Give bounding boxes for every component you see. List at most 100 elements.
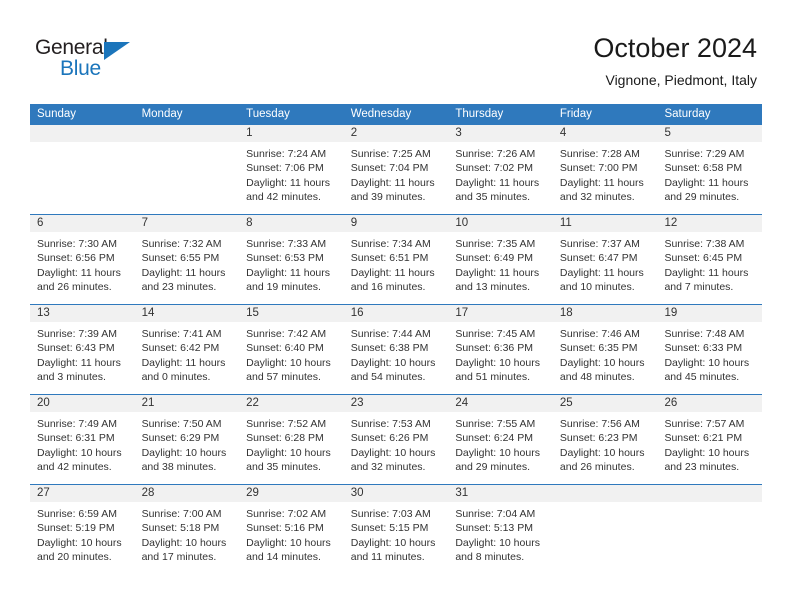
- sunrise-text: Sunrise: 7:32 AM: [141, 238, 222, 250]
- day-cell[interactable]: Sunrise: 7:44 AM Sunset: 6:38 PM Daylight:…: [344, 322, 449, 394]
- daylight-text: Daylight: 11 hours: [559, 266, 644, 279]
- day-cell[interactable]: Sunrise: 7:30 AM Sunset: 6:56 PM Daylight:…: [30, 232, 135, 304]
- day-cell[interactable]: Sunrise: 7:38 AM Sunset: 6:45 PM Daylight:…: [657, 232, 762, 304]
- sunrise-text: Sunrise: 7:02 AM: [246, 508, 327, 520]
- day-cell[interactable]: Sunrise: 7:04 AM Sunset: 5:13 PM Daylight:…: [448, 502, 553, 574]
- daylight-text: Daylight: 10 hours: [455, 446, 540, 459]
- sunset-text: Sunset: 6:55 PM: [141, 252, 220, 265]
- sunrise-text: Sunrise: 7:48 AM: [664, 328, 745, 340]
- sunset-text: Sunset: 6:47 PM: [559, 252, 638, 265]
- day-number[interactable]: 14: [135, 305, 240, 322]
- day-cell[interactable]: Sunrise: 7:57 AM Sunset: 6:21 PM Daylight:…: [657, 412, 762, 484]
- day-number[interactable]: 5: [657, 125, 762, 142]
- daylight-text: Daylight: 11 hours: [664, 266, 749, 279]
- day-cell[interactable]: Sunrise: 7:03 AM Sunset: 5:15 PM Daylight:…: [344, 502, 449, 574]
- day-cell[interactable]: Sunrise: 7:42 AM Sunset: 6:40 PM Daylight:…: [239, 322, 344, 394]
- day-number[interactable]: 23: [344, 395, 449, 412]
- week-date-band: 6 7 8 9 10 11 12: [30, 214, 762, 232]
- day-number[interactable]: 31: [448, 485, 553, 502]
- day-cell[interactable]: Sunrise: 7:24 AM Sunset: 7:06 PM Daylight:…: [239, 142, 344, 214]
- day-number[interactable]: 22: [239, 395, 344, 412]
- day-number[interactable]: 25: [553, 395, 658, 412]
- day-number[interactable]: [30, 125, 135, 142]
- day-of-week-header: Friday: [559, 108, 592, 120]
- day-cell[interactable]: Sunrise: 6:59 AM Sunset: 5:19 PM Daylight:…: [30, 502, 135, 574]
- day-cell[interactable]: Sunrise: 7:26 AM Sunset: 7:02 PM Daylight:…: [448, 142, 553, 214]
- day-cell[interactable]: Sunrise: 7:34 AM Sunset: 6:51 PM Daylight:…: [344, 232, 449, 304]
- daylight-text: and 20 minutes.: [37, 550, 112, 563]
- day-cell[interactable]: Sunrise: 7:41 AM Sunset: 6:42 PM Daylight:…: [135, 322, 240, 394]
- day-number[interactable]: 3: [448, 125, 553, 142]
- day-number[interactable]: 27: [30, 485, 135, 502]
- day-cell[interactable]: Sunrise: 7:50 AM Sunset: 6:29 PM Daylight:…: [135, 412, 240, 484]
- day-number[interactable]: [135, 125, 240, 142]
- sunrise-text: Sunrise: 7:38 AM: [664, 238, 745, 250]
- day-number[interactable]: 4: [553, 125, 658, 142]
- day-cell[interactable]: Sunrise: 7:37 AM Sunset: 6:47 PM Daylight:…: [553, 232, 658, 304]
- day-number[interactable]: 13: [30, 305, 135, 322]
- day-cell[interactable]: Sunrise: 7:32 AM Sunset: 6:55 PM Daylight:…: [135, 232, 240, 304]
- daylight-text: and 16 minutes.: [350, 280, 426, 293]
- day-number[interactable]: 10: [448, 215, 553, 232]
- day-cell[interactable]: Sunrise: 7:35 AM Sunset: 6:49 PM Daylight:…: [448, 232, 553, 304]
- sunrise-text: Sunrise: 7:56 AM: [559, 418, 640, 430]
- daylight-text: Daylight: 10 hours: [559, 356, 645, 369]
- day-number[interactable]: 18: [553, 305, 658, 322]
- day-number[interactable]: 15: [239, 305, 344, 322]
- day-number[interactable]: 17: [448, 305, 553, 322]
- day-cell[interactable]: Sunrise: 7:52 AM Sunset: 6:28 PM Daylight:…: [239, 412, 344, 484]
- day-cell[interactable]: Sunrise: 7:45 AM Sunset: 6:36 PM Daylight:…: [448, 322, 553, 394]
- day-cell[interactable]: Sunrise: 7:55 AM Sunset: 6:24 PM Daylight:…: [448, 412, 553, 484]
- day-number[interactable]: 6: [30, 215, 135, 232]
- sunset-text: Sunset: 6:36 PM: [455, 342, 533, 355]
- day-cell[interactable]: Sunrise: 7:29 AM Sunset: 6:58 PM Daylight:…: [657, 142, 762, 214]
- day-number[interactable]: 16: [344, 305, 449, 322]
- day-number[interactable]: 12: [657, 215, 762, 232]
- daylight-text: Daylight: 10 hours: [246, 446, 331, 459]
- sunrise-text: Sunrise: 7:46 AM: [559, 328, 640, 340]
- day-cell[interactable]: Sunrise: 7:25 AM Sunset: 7:04 PM Daylight:…: [344, 142, 449, 214]
- day-number[interactable]: [553, 485, 658, 502]
- sunrise-text: Sunrise: 7:39 AM: [37, 328, 117, 340]
- day-cell[interactable]: Sunrise: 7:39 AM Sunset: 6:43 PM Daylight:…: [30, 322, 135, 394]
- logo-triangle-icon: [104, 42, 130, 60]
- day-number[interactable]: 28: [135, 485, 240, 502]
- day-number[interactable]: 30: [344, 485, 449, 502]
- day-number[interactable]: 1: [239, 125, 344, 142]
- sunrise-text: Sunrise: 7:44 AM: [350, 328, 431, 340]
- day-number[interactable]: 24: [448, 395, 553, 412]
- sunrise-text: Sunrise: 7:37 AM: [559, 238, 640, 250]
- day-cell[interactable]: Sunrise: 7:56 AM Sunset: 6:23 PM Daylight:…: [553, 412, 658, 484]
- day-of-week-header: Thursday: [455, 108, 504, 120]
- day-number[interactable]: [657, 485, 762, 502]
- day-cell[interactable]: Sunrise: 7:33 AM Sunset: 6:53 PM Daylight:…: [239, 232, 344, 304]
- daylight-text: and 14 minutes.: [246, 550, 321, 563]
- day-number[interactable]: 29: [239, 485, 344, 502]
- day-number[interactable]: 9: [344, 215, 449, 232]
- sunrise-text: Sunrise: 7:49 AM: [37, 418, 117, 430]
- day-number[interactable]: 2: [344, 125, 449, 142]
- day-number[interactable]: 19: [657, 305, 762, 322]
- day-cell[interactable]: Sunrise: 7:00 AM Sunset: 5:18 PM Daylight:…: [135, 502, 240, 574]
- day-number[interactable]: 26: [657, 395, 762, 412]
- daylight-text: Daylight: 10 hours: [141, 536, 227, 549]
- day-number[interactable]: 21: [135, 395, 240, 412]
- day-number[interactable]: 20: [30, 395, 135, 412]
- day-cell[interactable]: Sunrise: 7:49 AM Sunset: 6:31 PM Daylight:…: [30, 412, 135, 484]
- daylight-text: and 54 minutes.: [350, 370, 426, 383]
- day-cell[interactable]: Sunrise: 7:28 AM Sunset: 7:00 PM Daylight:…: [553, 142, 658, 214]
- calendar-weeks: 1 2 3 4 5 Sunrise: 7:24 AM Sunset: 7:06 PM Dayl…: [30, 125, 762, 574]
- day-cell[interactable]: Sunrise: 7:46 AM Sunset: 6:35 PM Daylight:…: [553, 322, 658, 394]
- daylight-text: and 19 minutes.: [246, 280, 321, 293]
- day-cell[interactable]: Sunrise: 7:53 AM Sunset: 6:26 PM Daylight:…: [344, 412, 449, 484]
- day-number[interactable]: 8: [239, 215, 344, 232]
- day-number[interactable]: 11: [553, 215, 658, 232]
- week-date-band: 20 21 22 23 24 25 26: [30, 394, 762, 412]
- daylight-text: and 7 minutes.: [664, 280, 734, 293]
- sunset-text: Sunset: 7:00 PM: [559, 162, 638, 175]
- daylight-text: Daylight: 10 hours: [664, 446, 750, 459]
- page-header: General Blue October 2024 Vignone, Piedm…: [0, 0, 792, 100]
- day-number[interactable]: 7: [135, 215, 240, 232]
- day-cell[interactable]: Sunrise: 7:02 AM Sunset: 5:16 PM Daylight:…: [239, 502, 344, 574]
- day-cell[interactable]: Sunrise: 7:48 AM Sunset: 6:33 PM Daylight:…: [657, 322, 762, 394]
